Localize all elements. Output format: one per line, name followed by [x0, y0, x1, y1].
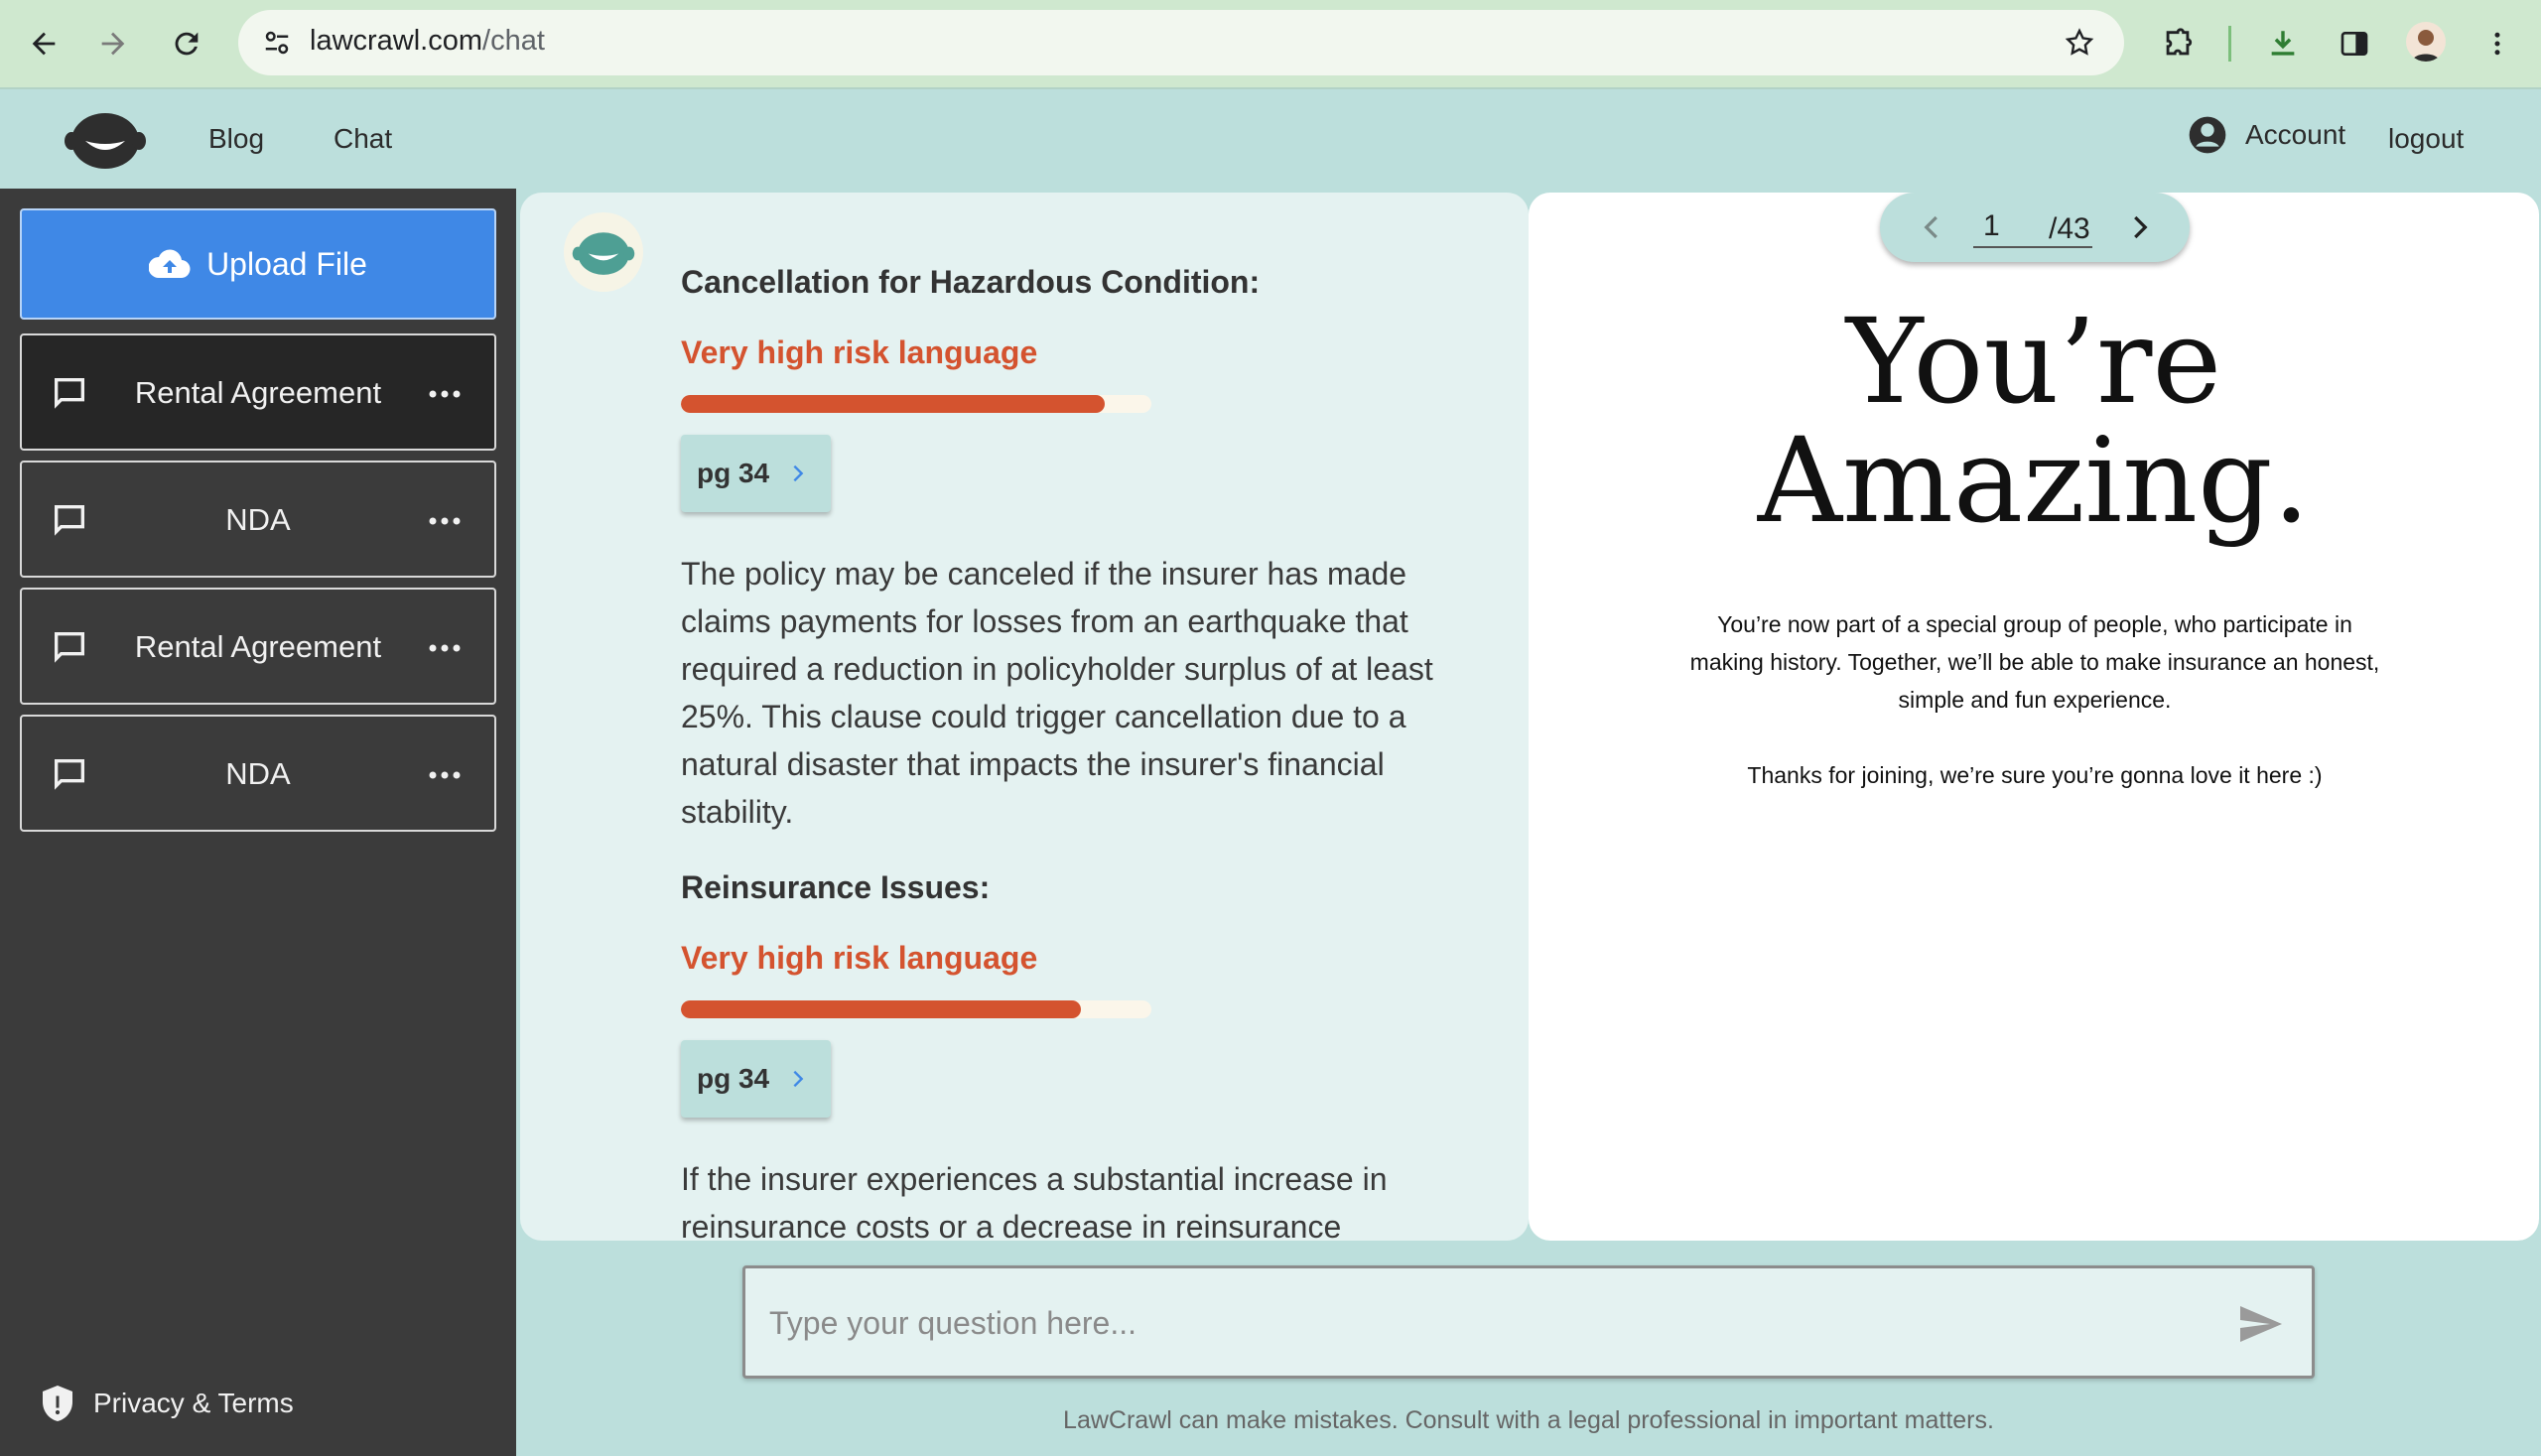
account-link[interactable]: Account — [2188, 115, 2345, 155]
account-label: Account — [2245, 119, 2346, 150]
app-header: Blog Chat Account logout — [0, 89, 2541, 189]
question-composer — [742, 1265, 2315, 1379]
browser-menu-button[interactable] — [2470, 16, 2525, 71]
chat-bubble-icon — [55, 378, 84, 409]
more-options-icon[interactable] — [425, 506, 465, 536]
toolbar-divider — [2228, 26, 2231, 62]
nav-blog-link[interactable]: Blog — [208, 123, 264, 155]
page-reference-button[interactable]: pg 34 — [681, 1040, 832, 1118]
page-reference-label: pg 34 — [697, 1063, 770, 1094]
chevron-right-icon — [793, 464, 804, 482]
upload-file-label: Upload File — [206, 245, 367, 282]
side-panel-icon — [2340, 32, 2368, 56]
risk-label: Very high risk language — [681, 334, 1038, 370]
section-title: Cancellation for Hazardous Condition: — [681, 264, 1261, 300]
more-options-icon[interactable] — [425, 633, 465, 663]
bookmark-star-icon[interactable] — [2059, 22, 2100, 64]
document-paragraph: Thanks for joining, we’re sure you’re go… — [1747, 762, 2323, 788]
more-options-icon[interactable] — [425, 379, 465, 409]
chat-item-label: NDA — [225, 756, 291, 791]
side-panel-button[interactable] — [2327, 16, 2382, 71]
chat-item-label: Rental Agreement — [134, 375, 382, 410]
chevron-right-icon[interactable] — [2124, 212, 2154, 242]
chevron-left-icon[interactable] — [1918, 212, 1947, 242]
section-body: If the insurer experiences a substantial… — [681, 1161, 1388, 1241]
chat-bubble-icon — [55, 505, 84, 536]
site-settings-icon[interactable] — [256, 22, 298, 64]
chat-item-nda[interactable]: NDA — [20, 461, 496, 578]
headline-line-1: You’re — [1845, 293, 2222, 430]
document-paragraph: You’re now part of a special group of pe… — [1689, 611, 2380, 713]
chat-bubble-icon — [55, 759, 84, 790]
account-circle-icon — [2189, 116, 2226, 154]
page-navigator: 1 /43 — [1880, 193, 2190, 262]
send-icon[interactable] — [2236, 1300, 2284, 1348]
kebab-menu-icon — [2494, 32, 2500, 56]
privacy-terms-link[interactable]: Privacy & Terms — [40, 1384, 294, 1423]
lawcrawl-logo[interactable] — [64, 107, 147, 171]
browser-toolbar: lawcrawl.com/chat — [0, 0, 2541, 89]
chat-messages-panel[interactable]: Cancellation for Hazardous Condition: Ve… — [520, 193, 1529, 1241]
upload-file-button[interactable]: Upload File — [20, 208, 496, 320]
risk-meter-fill — [681, 1000, 1081, 1018]
back-button[interactable] — [16, 16, 71, 71]
question-input[interactable] — [769, 1298, 2199, 1348]
risk-meter — [681, 1000, 1151, 1018]
privacy-terms-label: Privacy & Terms — [93, 1388, 294, 1418]
reload-icon — [175, 32, 199, 56]
lawcrawl-bot-icon — [572, 232, 635, 275]
risk-meter-fill — [681, 395, 1105, 413]
arrow-right-icon — [101, 32, 125, 56]
risk-meter — [681, 395, 1151, 413]
nav-chat-link[interactable]: Chat — [334, 123, 392, 155]
headline-line-2: Amazing. — [1757, 412, 2311, 549]
chevron-right-icon — [793, 1070, 804, 1088]
chat-item-nda-2[interactable]: NDA — [20, 715, 496, 832]
cloud-upload-icon — [149, 249, 191, 279]
chat-item-label: NDA — [225, 502, 291, 537]
section-body: The policy may be canceled if the insure… — [681, 556, 1433, 830]
sidebar: Upload File Rental Agreement NDA Rental … — [0, 189, 516, 1456]
forward-button[interactable] — [85, 16, 141, 71]
document-viewer[interactable]: 1 /43 You’re Amazing. You’re now part of… — [1529, 193, 2539, 1241]
chat-item-rental-agreement[interactable]: Rental Agreement — [20, 333, 496, 451]
total-pages: /43 — [2049, 212, 2090, 245]
section-title: Reinsurance Issues: — [681, 869, 991, 905]
reload-button[interactable] — [159, 16, 214, 71]
address-bar[interactable]: lawcrawl.com/chat — [238, 10, 2124, 75]
risk-label: Very high risk language — [681, 940, 1038, 976]
extensions-button[interactable] — [2150, 16, 2206, 71]
download-icon — [2271, 31, 2295, 56]
page-reference-button[interactable]: pg 34 — [681, 435, 832, 512]
chat-item-rental-agreement-2[interactable]: Rental Agreement — [20, 588, 496, 705]
arrow-left-icon — [32, 32, 56, 56]
profile-avatar[interactable] — [2406, 22, 2446, 62]
shield-icon — [43, 1386, 72, 1421]
bot-message: Cancellation for Hazardous Condition: Ve… — [681, 264, 1475, 1241]
downloads-button[interactable] — [2255, 16, 2311, 71]
disclaimer-text: LawCrawl can make mistakes. Consult with… — [1063, 1406, 1994, 1434]
url-text: lawcrawl.com/chat — [310, 25, 545, 57]
chat-item-label: Rental Agreement — [134, 629, 382, 664]
chat-bubble-icon — [55, 632, 84, 663]
bot-avatar — [564, 212, 643, 292]
puzzle-icon — [2166, 28, 2193, 56]
more-options-icon[interactable] — [425, 760, 465, 790]
page-reference-label: pg 34 — [697, 458, 770, 488]
logout-link[interactable]: logout — [2388, 123, 2464, 155]
document-headline: You’re Amazing. — [1529, 302, 2539, 540]
